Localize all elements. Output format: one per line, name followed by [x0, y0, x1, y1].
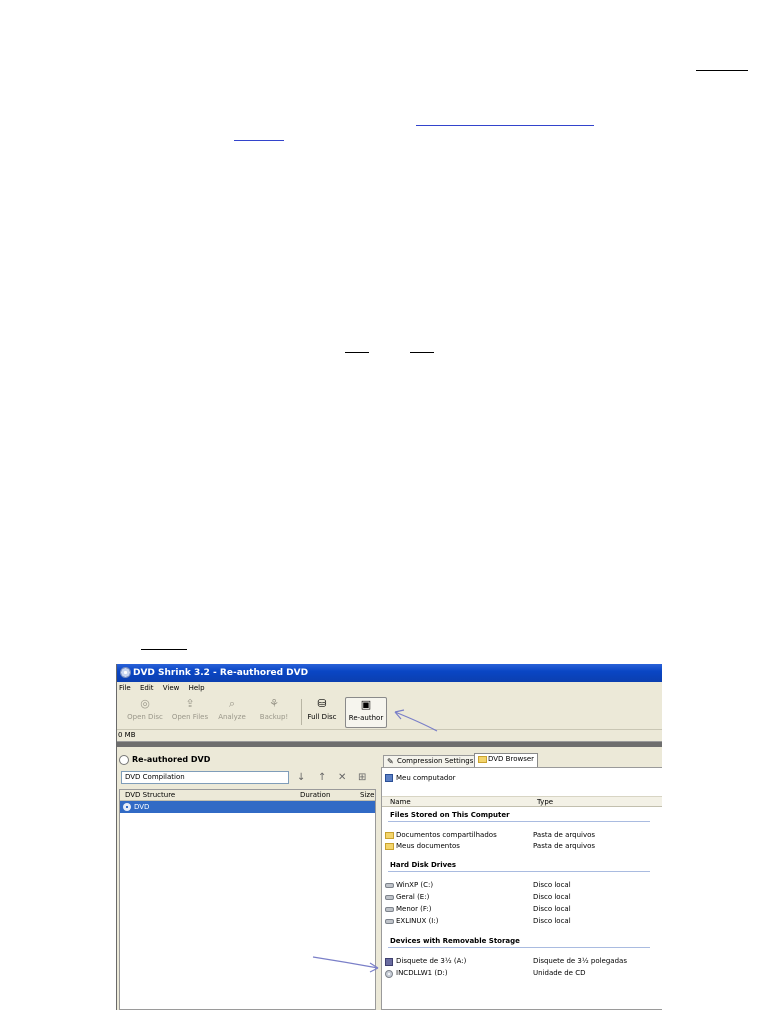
toolbar-separator	[301, 699, 302, 725]
list-item[interactable]: Meus documentos Pasta de arquivos	[385, 841, 655, 851]
open-files-button[interactable]: ⇪ Open Files	[169, 697, 211, 728]
re-authored-panel: Re-authored DVD DVD Compilation ↓ ↑ ✕ ⊞ …	[117, 753, 376, 1010]
menu-bar: File Edit View Help	[117, 682, 662, 694]
backup-button[interactable]: ⚘ Backup!	[257, 697, 291, 728]
drive-icon	[385, 918, 394, 926]
tab-dvd-browser[interactable]: DVD Browser	[474, 753, 539, 767]
browser-panel: ✎ Compression Settings DVD Browser Meu c…	[381, 753, 662, 1010]
column-size[interactable]: Size	[360, 790, 374, 801]
re-author-button[interactable]: ▣ Re-author	[345, 697, 387, 728]
list-item[interactable]: WinXP (C:) Disco local	[385, 880, 655, 890]
folder-icon	[478, 756, 487, 765]
cd-drive-icon	[385, 970, 393, 980]
list-item[interactable]: DVD	[120, 801, 375, 813]
link-underline[interactable]	[141, 649, 187, 650]
list-item[interactable]: INCDLLW1 (D:) Unidade de CD	[385, 968, 655, 978]
window-title: DVD Shrink 3.2 - Re-authored DVD	[133, 668, 309, 678]
full-disc-icon: ⛁	[317, 697, 327, 710]
app-icon	[120, 667, 131, 678]
group-files-stored: Files Stored on This Computer	[390, 811, 510, 819]
open-disc-button[interactable]: ◎ Open Disc	[125, 697, 165, 728]
dvd-icon	[123, 803, 131, 811]
menu-help[interactable]: Help	[189, 684, 205, 692]
title-bar: DVD Shrink 3.2 - Re-authored DVD	[117, 664, 662, 682]
tab-strip: ✎ Compression Settings DVD Browser	[381, 753, 662, 767]
folder-icon	[385, 843, 394, 852]
drive-icon	[385, 882, 394, 890]
compilation-name-input[interactable]: DVD Compilation	[121, 771, 289, 784]
list-item[interactable]: Menor (F:) Disco local	[385, 904, 655, 914]
computer-icon	[385, 774, 393, 782]
folder-icon	[385, 832, 394, 841]
group-divider	[388, 871, 650, 872]
analyze-button[interactable]: ⌕ Analyze	[215, 697, 249, 728]
link-underline[interactable]	[345, 352, 369, 353]
column-type[interactable]: Type	[537, 797, 553, 807]
list-item[interactable]: EXLINUX (I:) Disco local	[385, 916, 655, 926]
link-underline[interactable]	[696, 70, 748, 71]
size-indicator: 0 MB	[118, 731, 136, 739]
move-down-icon[interactable]: ↓	[297, 771, 305, 784]
browser-content: Meu computador Name Type Files Stored on…	[381, 767, 662, 1010]
column-dvd-structure[interactable]: DVD Structure	[125, 790, 175, 801]
menu-edit[interactable]: Edit	[140, 684, 154, 692]
open-files-icon: ⇪	[185, 697, 195, 710]
backup-icon: ⚘	[269, 697, 279, 710]
panel-header: Re-authored DVD	[119, 753, 210, 767]
toolbar: ◎ Open Disc ⇪ Open Files ⌕ Analyze ⚘ Bac…	[117, 694, 662, 730]
drive-icon	[385, 894, 394, 902]
re-author-icon: ▣	[360, 698, 372, 711]
link-underline[interactable]	[416, 125, 594, 126]
column-duration[interactable]: Duration	[300, 790, 330, 801]
column-name[interactable]: Name	[390, 797, 411, 807]
drive-icon	[385, 906, 394, 914]
menu-file[interactable]: File	[119, 684, 131, 692]
tab-compression-settings[interactable]: ✎ Compression Settings	[383, 755, 478, 767]
analyze-icon: ⌕	[228, 697, 236, 710]
link-underline[interactable]	[410, 352, 434, 353]
list-header: Name Type	[382, 796, 662, 807]
address-bar[interactable]: Meu computador	[385, 772, 455, 784]
dvd-structure-list: DVD Structure Duration Size DVD	[119, 789, 376, 1010]
dvd-icon	[119, 755, 129, 765]
link-underline[interactable]	[234, 140, 284, 141]
group-divider	[388, 821, 650, 822]
delete-icon[interactable]: ✕	[338, 771, 346, 784]
floppy-icon	[385, 958, 393, 968]
list-item[interactable]: Geral (E:) Disco local	[385, 892, 655, 902]
list-item[interactable]: Disquete de 3½ (A:) Disquete de 3½ poleg…	[385, 956, 655, 966]
group-divider	[388, 947, 650, 948]
full-disc-button[interactable]: ⛁ Full Disc	[305, 697, 339, 728]
group-hard-disk-drives: Hard Disk Drives	[390, 861, 457, 869]
list-header: DVD Structure Duration Size	[120, 790, 375, 801]
list-item[interactable]: Documentos compartilhados Pasta de arqui…	[385, 830, 655, 840]
move-up-icon[interactable]: ↑	[318, 771, 326, 784]
size-bar	[117, 741, 662, 747]
group-removable-storage: Devices with Removable Storage	[390, 937, 520, 945]
dvd-shrink-window: DVD Shrink 3.2 - Re-authored DVD File Ed…	[116, 664, 662, 1010]
split-icon[interactable]: ⊞	[358, 771, 366, 784]
disc-icon: ◎	[140, 697, 150, 710]
menu-view[interactable]: View	[163, 684, 180, 692]
settings-icon: ✎	[387, 757, 394, 766]
